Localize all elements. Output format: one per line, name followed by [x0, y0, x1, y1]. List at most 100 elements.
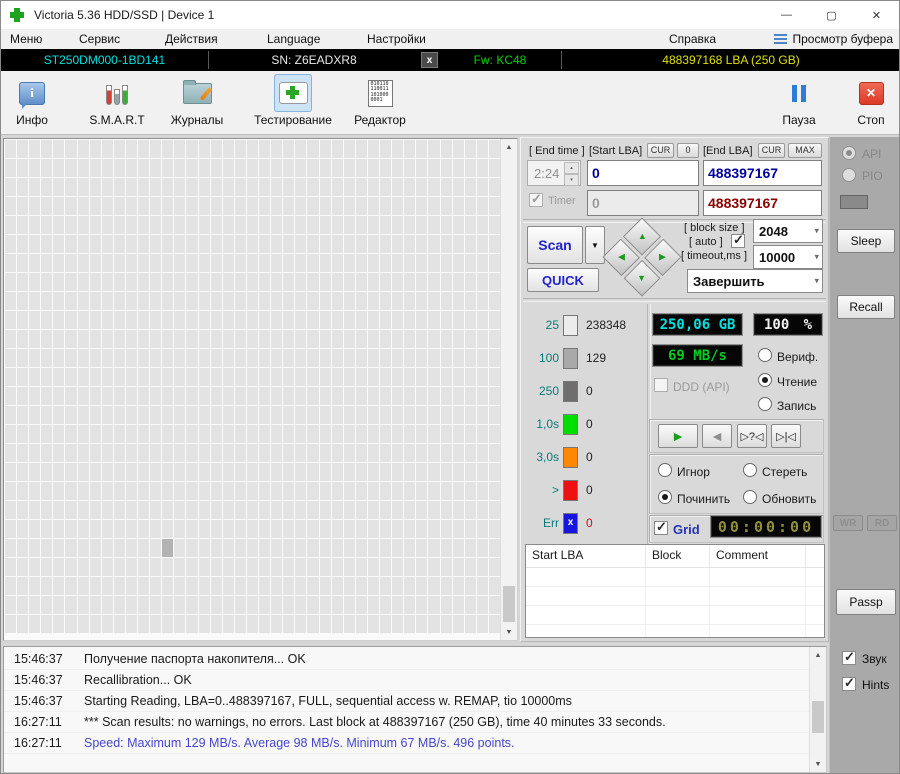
- scan-end-button[interactable]: ▷|◁: [771, 424, 801, 448]
- scan-block: [65, 235, 77, 253]
- play-button[interactable]: ►: [658, 424, 698, 448]
- serial-hide-button[interactable]: x: [421, 52, 438, 68]
- scan-block: [343, 444, 355, 462]
- sleep-button[interactable]: Sleep: [837, 229, 895, 253]
- read-radio[interactable]: [758, 373, 772, 387]
- ignore-radio[interactable]: [658, 463, 672, 477]
- smart-button[interactable]: S.M.A.R.T: [81, 74, 153, 127]
- menu-item-service[interactable]: Сервис: [79, 32, 120, 46]
- scan-block: [162, 235, 174, 253]
- scroll-down-icon[interactable]: ▼: [810, 756, 826, 772]
- menu-item-settings[interactable]: Настройки: [367, 32, 426, 46]
- scan-block: [162, 273, 174, 291]
- scan-block: [440, 444, 452, 462]
- scan-block: [488, 615, 500, 633]
- scroll-up-icon[interactable]: ▲: [810, 647, 826, 663]
- api-radio[interactable]: [842, 146, 856, 160]
- passport-button[interactable]: Passp: [836, 589, 896, 615]
- end-cur-button[interactable]: CUR: [758, 143, 785, 158]
- buffer-view-button[interactable]: Просмотр буфера: [774, 32, 893, 46]
- journals-label: Журналы: [170, 113, 224, 127]
- scroll-up-icon[interactable]: ▲: [501, 139, 517, 155]
- auto-checkbox[interactable]: [731, 232, 745, 248]
- scan-block: [113, 330, 125, 348]
- scan-block: [488, 406, 500, 424]
- sound-checkbox[interactable]: [842, 649, 856, 665]
- pio-radio[interactable]: [842, 168, 856, 182]
- remap-radio[interactable]: [658, 490, 672, 504]
- scan-block: [380, 387, 392, 405]
- scan-block: [41, 273, 53, 291]
- testing-button[interactable]: Тестирование: [247, 74, 339, 127]
- scan-block: [125, 444, 138, 462]
- ignore-label: Игнор: [677, 465, 710, 479]
- log-scrollbar[interactable]: ▲ ▼: [809, 647, 826, 772]
- recall-button[interactable]: Recall: [837, 295, 895, 319]
- scroll-thumb[interactable]: [812, 701, 824, 733]
- block-3s-swatch: [563, 446, 578, 468]
- menu-item-actions[interactable]: Действия: [165, 32, 218, 46]
- scan-block: [464, 596, 476, 614]
- timeout-select[interactable]: 10000 ▾: [753, 245, 823, 269]
- scan-block: [355, 140, 367, 158]
- scan-block: [17, 520, 29, 538]
- start-zero-button[interactable]: 0: [677, 143, 699, 158]
- start-cur-button[interactable]: CUR: [647, 143, 674, 158]
- end-max-button[interactable]: MAX: [788, 143, 822, 158]
- verify-radio[interactable]: [758, 348, 772, 362]
- spinner-arrows[interactable]: ▴ ▾: [564, 162, 579, 186]
- scan-block: [428, 159, 440, 177]
- journals-button[interactable]: Журналы: [163, 74, 231, 127]
- quick-button[interactable]: QUICK: [527, 268, 599, 292]
- hints-checkbox[interactable]: [842, 675, 856, 691]
- scroll-thumb[interactable]: [503, 586, 515, 622]
- info-button[interactable]: i Инфо: [6, 74, 58, 127]
- scan-block: [380, 615, 392, 633]
- erase-radio[interactable]: [743, 463, 757, 477]
- close-button[interactable]: ✕: [854, 1, 899, 29]
- end-lba-input[interactable]: 488397167: [703, 160, 822, 186]
- scan-block: [138, 311, 150, 329]
- scan-block: [198, 425, 210, 443]
- pause-button[interactable]: Пауза: [771, 74, 827, 127]
- wr-button[interactable]: WR: [833, 515, 863, 531]
- title-bar: Victoria 5.36 HDD/SSD | Device 1 — ▢ ✕: [1, 1, 899, 29]
- timer-to-input[interactable]: 488397167: [703, 190, 822, 216]
- maximize-button[interactable]: ▢: [809, 1, 854, 29]
- editor-button[interactable]: 010110 110011 101000 0001 Редактор: [345, 74, 415, 127]
- minimize-button[interactable]: —: [764, 1, 809, 29]
- ddd-checkbox[interactable]: [654, 378, 668, 392]
- scan-block: [234, 615, 246, 633]
- scan-question-button[interactable]: ▷?◁: [737, 424, 767, 448]
- scan-block: [488, 482, 500, 500]
- write-radio[interactable]: [758, 397, 772, 411]
- back-button[interactable]: ◄: [702, 424, 732, 448]
- scan-block: [77, 235, 89, 253]
- on-end-action-select[interactable]: Завершить ▾: [687, 269, 823, 293]
- scan-block: [174, 273, 186, 291]
- grid-checkbox[interactable]: [654, 519, 668, 535]
- scroll-down-icon[interactable]: ▼: [501, 624, 517, 640]
- scan-scrollbar[interactable]: ▲ ▼: [500, 139, 517, 640]
- scan-block: [307, 577, 319, 595]
- scan-button[interactable]: Scan: [527, 226, 583, 264]
- scan-block: [452, 159, 464, 177]
- rd-button[interactable]: RD: [867, 515, 897, 531]
- scan-block: [476, 178, 488, 196]
- scan-block: [343, 387, 355, 405]
- restore-radio[interactable]: [743, 490, 757, 504]
- scan-block: [452, 273, 464, 291]
- stop-button[interactable]: ✕ Стоп: [844, 74, 898, 127]
- scan-block: [404, 178, 416, 196]
- menu-item-language[interactable]: Language: [267, 32, 320, 46]
- timer-checkbox[interactable]: [529, 191, 543, 207]
- scan-block: [452, 539, 464, 557]
- menu-item-menu[interactable]: Меню: [10, 32, 42, 46]
- scan-block: [125, 387, 138, 405]
- scan-block: [416, 406, 428, 424]
- end-time-spinner[interactable]: 2:24 ▴ ▾: [527, 160, 581, 186]
- scan-block: [452, 444, 464, 462]
- start-lba-input[interactable]: 0: [587, 160, 699, 186]
- menu-item-help[interactable]: Справка: [669, 32, 716, 46]
- block-size-select[interactable]: 2048 ▾: [753, 219, 823, 243]
